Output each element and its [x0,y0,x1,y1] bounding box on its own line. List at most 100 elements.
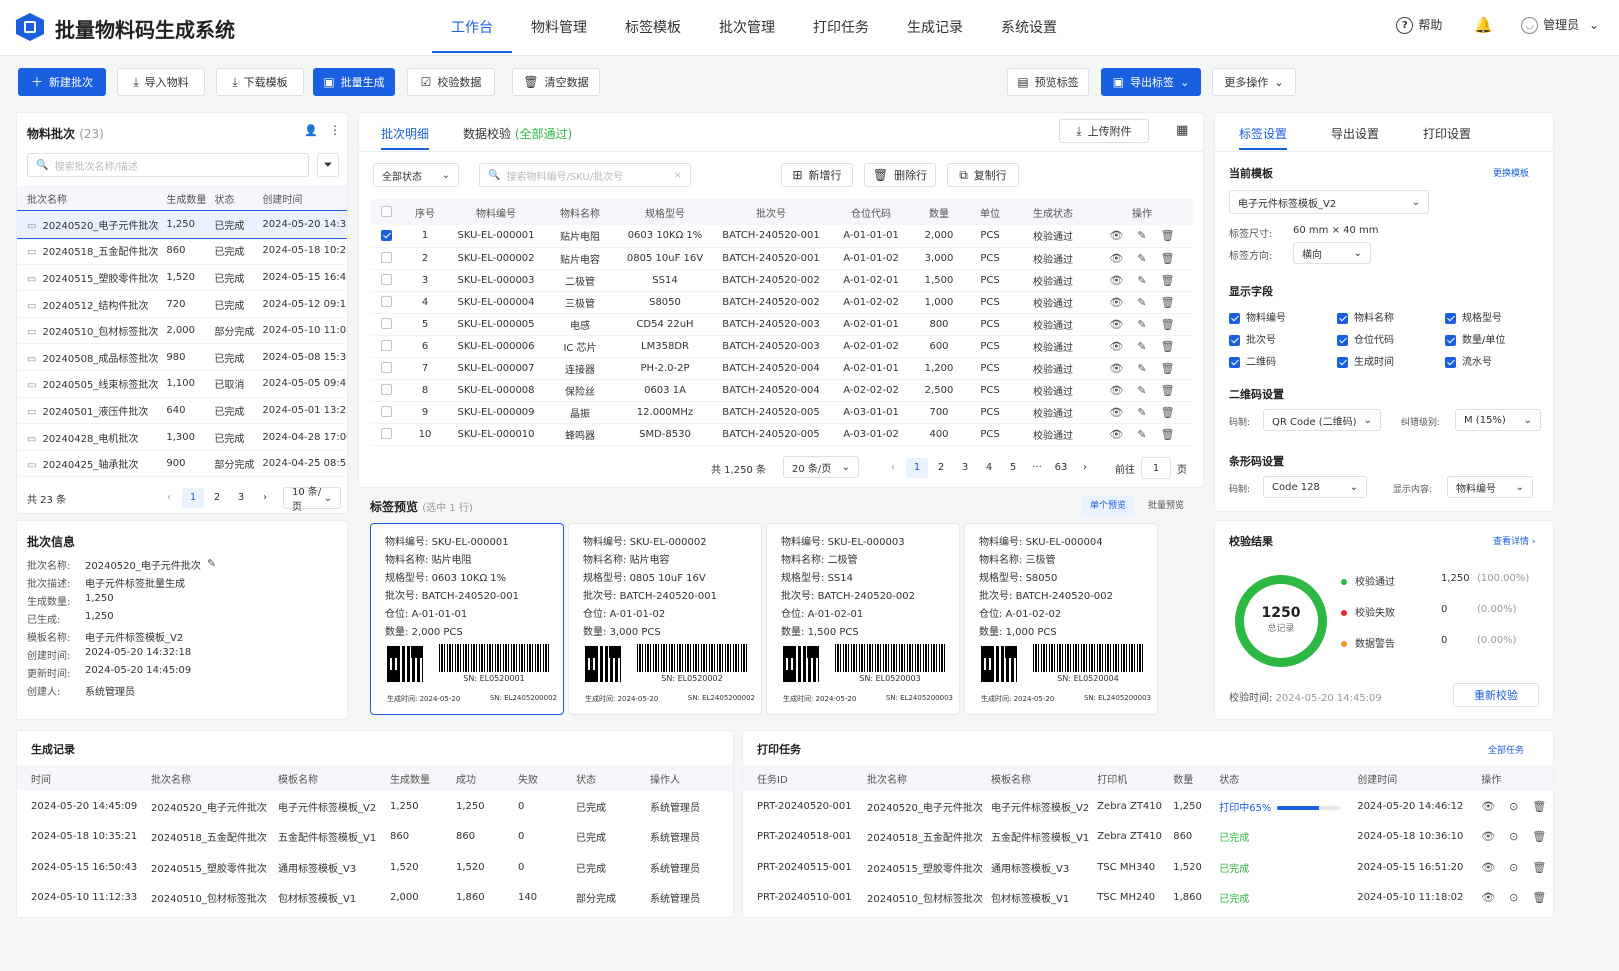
next-page-icon[interactable]: › [1074,458,1096,478]
label-card[interactable]: 物料编号: SKU-EL-000001 物料名称: 贴片电阻 规格型号: 060… [370,523,564,715]
direction-select[interactable]: 横向 ⌄ [1293,242,1371,264]
batch-row[interactable]: ▭ 20240510_包材标签批次 2,000 部分完成 2024-05-10 1… [17,317,347,344]
nav-templates[interactable]: 标签模板 [606,0,700,56]
nav-batches[interactable]: 批次管理 [700,0,794,56]
batch-row[interactable]: ▭ 20240508_成品标签批次 980 已完成 2024-05-08 15:3… [17,344,347,371]
batch-preview-toggle[interactable]: 批量预览 [1142,496,1190,516]
clear-icon[interactable]: × [674,170,682,181]
settings-icon[interactable]: ⊙ [1509,861,1518,874]
bell-icon[interactable]: 🔔 [1474,16,1493,34]
nav-settings[interactable]: 系统设置 [982,0,1076,56]
eye-icon[interactable]: 👁 [1481,861,1495,874]
eye-icon[interactable]: 👁 [1109,296,1123,309]
batch-row[interactable]: ▭ 20240520_电子元件批次 1,250 已完成 2024-05-20 14… [17,210,347,239]
add-row-button[interactable]: ⊞ 新增行 [781,163,853,187]
edit-icon[interactable]: ✎ [1137,274,1146,287]
page-3[interactable]: 3 [230,488,252,508]
more-actions-button[interactable]: 更多操作 ⌄ [1212,68,1296,96]
row-checkbox[interactable] [380,362,392,374]
nav-materials[interactable]: 物料管理 [512,0,606,56]
view-detail-link[interactable]: 查看详情 › [1493,534,1535,547]
revalidate-button[interactable]: 重新校验 [1453,683,1539,707]
page-1[interactable]: 1 [182,488,204,508]
trash-icon[interactable]: 🗑 [1532,891,1546,904]
row-checkbox[interactable] [380,384,392,396]
settings-icon[interactable]: ⊙ [1509,891,1518,904]
template-select[interactable]: 电子元件标签模板_V2 ⌄ [1229,190,1429,214]
detail-row[interactable]: 10 SKU-EL-000010 蜂鸣器 SMD-8530 BATCH-2405… [371,423,1193,445]
eye-icon[interactable]: 👁 [1481,830,1495,843]
edit-icon[interactable]: ✎ [1137,318,1146,331]
batch-search-input[interactable]: 🔍 搜索批次名称/描述 [27,153,309,177]
eye-icon[interactable]: 👁 [1109,428,1123,441]
eye-icon[interactable]: 👁 [1109,340,1123,353]
row-sku[interactable]: SKU-EL-000004 [449,291,543,313]
columns-icon[interactable]: ▦ [1176,123,1188,138]
tab-label-settings[interactable]: 标签设置 [1239,125,1288,150]
trash-icon[interactable]: 🗑 [1532,800,1546,813]
trash-icon[interactable]: 🗑 [1161,362,1175,375]
validate-button[interactable]: ☑ 校验数据 [407,68,495,96]
row-checkbox[interactable] [380,318,392,330]
batch-row[interactable]: ▭ 20240505_线束标签批次 1,100 已取消 2024-05-05 09… [17,371,347,398]
eye-icon[interactable]: 👁 [1109,252,1123,265]
field-checkbox[interactable]: 批次号 [1229,331,1276,346]
page-2[interactable]: 2 [930,458,952,478]
edit-icon[interactable]: ✎ [1137,252,1146,265]
detail-page-size-select[interactable]: 20 条/页 ⌄ [783,456,859,478]
page-5[interactable]: 5 [1002,458,1024,478]
select-all-checkbox[interactable] [380,206,392,218]
trash-icon[interactable]: 🗑 [1161,274,1175,287]
eye-icon[interactable]: 👁 [1109,406,1123,419]
edit-icon[interactable]: ✎ [1137,296,1146,309]
change-template-link[interactable]: 更换模板 [1493,166,1529,179]
page-size-select[interactable]: 10 条/页 ⌄ [283,487,341,513]
field-checkbox[interactable]: 规格型号 [1445,309,1502,324]
trash-icon[interactable]: 🗑 [1161,296,1175,309]
trash-icon[interactable]: 🗑 [1161,252,1175,265]
label-card[interactable]: 物料编号: SKU-EL-000003 物料名称: 二极管 规格型号: SS14… [766,523,960,715]
label-card[interactable]: 物料编号: SKU-EL-000004 物料名称: 三极管 规格型号: S805… [964,523,1158,715]
nav-print-tasks[interactable]: 打印任务 [794,0,888,56]
barcode-show-select[interactable]: 物料编号 ⌄ [1447,476,1533,498]
batch-row[interactable]: ▭ 20240428_电机批次 1,300 已完成 2024-04-28 17:0… [17,424,347,451]
barcode-code-select[interactable]: Code 128 ⌄ [1263,476,1367,498]
batch-row[interactable]: ▭ 20240515_塑胶零件批次 1,520 已完成 2024-05-15 16… [17,264,347,291]
eye-icon[interactable]: 👁 [1109,384,1123,397]
row-sku[interactable]: SKU-EL-000002 [449,247,543,269]
detail-row[interactable]: 7 SKU-EL-000007 连接器 PH-2.0-2P BATCH-2405… [371,357,1193,379]
new-batch-button[interactable]: ＋ 新建批次 [18,68,106,96]
page-3[interactable]: 3 [954,458,976,478]
row-checkbox[interactable] [380,252,392,264]
row-sku[interactable]: SKU-EL-000006 [449,335,543,357]
trash-icon[interactable]: 🗑 [1532,861,1546,874]
edit-icon[interactable]: ✎ [1137,229,1146,242]
field-checkbox[interactable]: 二维码 [1229,353,1276,368]
detail-row[interactable]: 4 SKU-EL-000004 三极管 S8050 BATCH-240520-0… [371,291,1193,313]
detail-row[interactable]: 9 SKU-EL-000009 晶振 12.000MHz BATCH-24052… [371,401,1193,423]
field-checkbox[interactable]: 物料编号 [1229,309,1286,324]
qr-level-select[interactable]: M (15%) ⌄ [1455,409,1541,431]
eye-icon[interactable]: 👁 [1109,318,1123,331]
field-checkbox[interactable]: 流水号 [1445,353,1492,368]
row-checkbox[interactable] [380,274,392,286]
next-page-icon[interactable]: › [254,488,276,508]
prev-page-icon[interactable]: ‹ [158,488,180,508]
copy-row-button[interactable]: ⧉ 复制行 [947,163,1019,187]
import-button[interactable]: ⤓ 导入物料 [117,68,205,96]
size-width[interactable]: 60 mm [1293,225,1328,236]
export-button[interactable]: ▣ 导出标签 ⌄ [1101,68,1201,96]
help-link[interactable]: ? 帮助 [1396,16,1442,34]
trash-icon[interactable]: 🗑 [1532,830,1546,843]
trash-icon[interactable]: 🗑 [1161,229,1175,242]
eye-icon[interactable]: 👁 [1109,274,1123,287]
batch-row[interactable]: ▭ 20240512_结构件批次 720 已完成 2024-05-12 09:15 [17,291,347,318]
edit-icon[interactable]: ✎ [1137,428,1146,441]
trash-icon[interactable]: 🗑 [1161,340,1175,353]
row-sku[interactable]: SKU-EL-000007 [449,357,543,379]
tab-print-settings[interactable]: 打印设置 [1423,125,1471,150]
goto-input[interactable]: 1 [1141,457,1171,479]
user-icon[interactable]: 👤 [304,124,318,137]
row-checkbox[interactable] [380,296,392,308]
qr-code-select[interactable]: QR Code (二维码) ⌄ [1263,409,1381,431]
